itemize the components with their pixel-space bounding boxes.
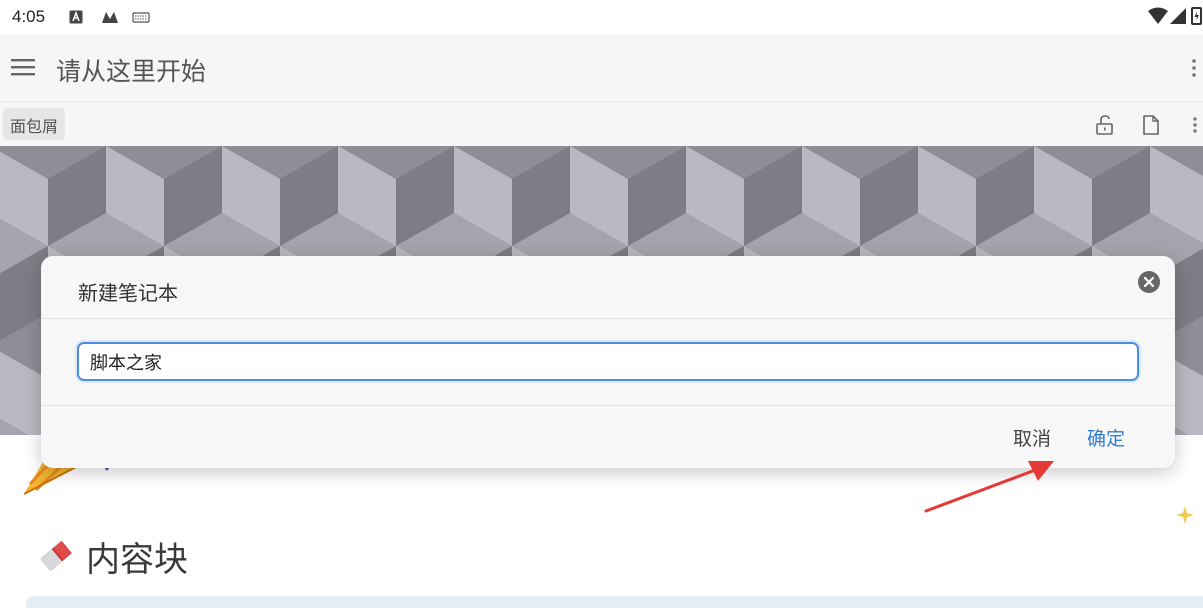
app-bar: 请从这里开始 xyxy=(0,34,1203,102)
m-icon xyxy=(102,12,118,23)
wifi-icon xyxy=(1148,7,1168,24)
breadcrumb[interactable]: 面包屑 xyxy=(3,108,66,140)
dialog-divider xyxy=(41,318,1175,319)
cancel-button[interactable]: 取消 xyxy=(1013,424,1051,451)
confirm-button[interactable]: 确定 xyxy=(1087,424,1125,451)
dialog-divider xyxy=(41,405,1175,406)
more-options-icon[interactable] xyxy=(1191,58,1197,78)
notebook-name-input[interactable] xyxy=(77,342,1139,381)
status-bar: 4:05 xyxy=(0,0,1203,34)
breadcrumb-bar: 面包屑 xyxy=(0,102,1203,146)
block-heading-text: 内容块 xyxy=(86,539,188,580)
signal-icon xyxy=(1170,8,1186,24)
hamburger-menu-icon[interactable] xyxy=(11,56,37,78)
sparkle-icon xyxy=(1176,506,1194,524)
status-right-icons xyxy=(1148,7,1202,25)
breadcrumb-more-icon[interactable] xyxy=(1190,114,1200,136)
keyboard-icon xyxy=(132,12,150,23)
new-notebook-dialog: 新建笔记本 取消 确定 xyxy=(41,256,1175,468)
content-block-heading: 内容块 xyxy=(36,532,188,580)
annotation-arrow-icon xyxy=(924,461,1054,513)
callout-block xyxy=(26,596,1203,608)
close-icon[interactable] xyxy=(1137,270,1161,294)
a-box-icon xyxy=(69,10,83,24)
chocolate-bar-icon xyxy=(40,540,72,572)
battery-icon xyxy=(1191,7,1202,25)
unlock-icon[interactable] xyxy=(1094,114,1116,136)
status-time: 4:05 xyxy=(12,7,46,26)
document-icon[interactable] xyxy=(1140,114,1162,136)
dialog-title: 新建笔记本 xyxy=(78,281,178,305)
page-title: 请从这里开始 xyxy=(56,57,207,86)
